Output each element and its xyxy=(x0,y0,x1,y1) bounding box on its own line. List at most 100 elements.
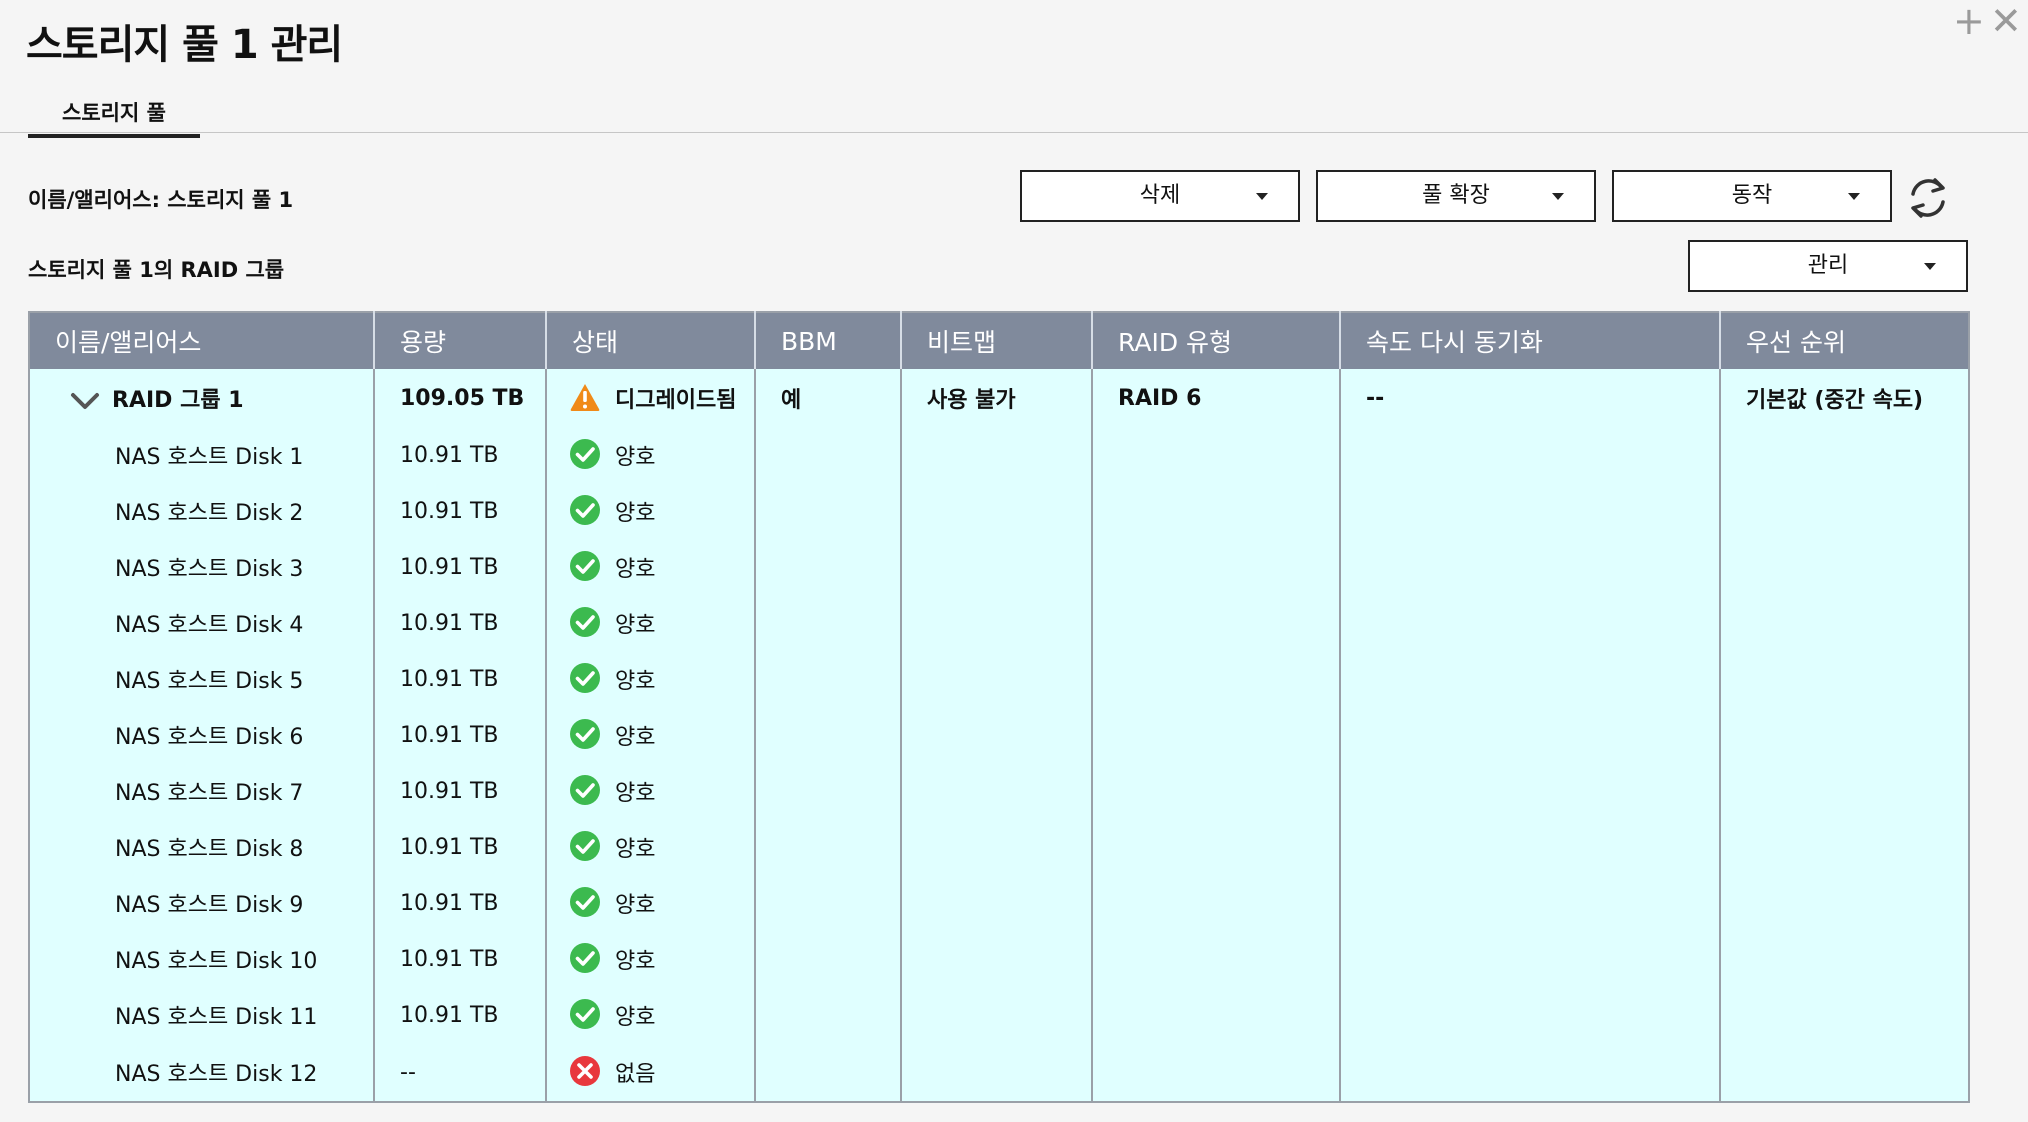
disk-priority xyxy=(1720,427,1969,483)
disk-resync-speed xyxy=(1340,539,1721,595)
column-header-status[interactable]: 상태 xyxy=(546,312,756,369)
caret-down-icon xyxy=(1256,193,1268,200)
caret-down-icon xyxy=(1924,263,1936,270)
disk-priority xyxy=(1720,539,1969,595)
disk-bitmap xyxy=(901,987,1093,1043)
disk-resync-speed xyxy=(1340,651,1721,707)
disk-capacity: -- xyxy=(374,1043,547,1102)
disk-row[interactable]: NAS 호스트 Disk 5 10.91 TB 양호 xyxy=(29,651,1969,707)
disk-resync-speed xyxy=(1340,595,1721,651)
refresh-icon[interactable] xyxy=(1906,174,1950,222)
disk-row[interactable]: NAS 호스트 Disk 6 10.91 TB 양호 xyxy=(29,707,1969,763)
expand-pool-dropdown-label: 풀 확장 xyxy=(1422,183,1490,208)
disk-resync-speed xyxy=(1340,875,1721,931)
disk-row[interactable]: NAS 호스트 Disk 12 -- 없음 xyxy=(29,1043,1969,1102)
column-header-raid-type[interactable]: RAID 유형 xyxy=(1092,312,1341,369)
disk-name: NAS 호스트 Disk 11 xyxy=(29,987,375,1043)
disk-status: 양호 xyxy=(615,445,656,470)
disk-status: 양호 xyxy=(615,557,656,582)
disk-name: NAS 호스트 Disk 5 xyxy=(29,651,375,707)
column-header-bitmap[interactable]: 비트맵 xyxy=(901,312,1093,369)
disk-status: 양호 xyxy=(615,725,656,750)
disk-name: NAS 호스트 Disk 9 xyxy=(29,875,375,931)
disk-bitmap xyxy=(901,1043,1093,1102)
disk-capacity: 10.91 TB xyxy=(374,651,547,707)
disk-name: NAS 호스트 Disk 1 xyxy=(29,427,375,483)
raid-group-capacity: 109.05 TB xyxy=(374,369,547,427)
raid-group-status-cell: 디그레이드됨 xyxy=(546,369,756,427)
disk-row[interactable]: NAS 호스트 Disk 11 10.91 TB 양호 xyxy=(29,987,1969,1043)
delete-dropdown-label: 삭제 xyxy=(1139,183,1181,208)
disk-raid-type xyxy=(1092,707,1341,763)
raid-group-row[interactable]: RAID 그룹 1 109.05 TB 디그레이드됨 예 사용 불가 RAID … xyxy=(29,369,1969,427)
disk-priority xyxy=(1720,987,1969,1043)
caret-down-icon xyxy=(1552,193,1564,200)
error-circle-icon xyxy=(570,1056,600,1086)
check-circle-icon xyxy=(570,607,600,637)
disk-row[interactable]: NAS 호스트 Disk 3 10.91 TB 양호 xyxy=(29,539,1969,595)
name-alias-label: 이름/앨리어스: 스토리지 풀 1 xyxy=(28,188,294,212)
action-dropdown[interactable]: 동작 xyxy=(1612,170,1892,222)
disk-row[interactable]: NAS 호스트 Disk 4 10.91 TB 양호 xyxy=(29,595,1969,651)
disk-raid-type xyxy=(1092,875,1341,931)
disk-row[interactable]: NAS 호스트 Disk 10 10.91 TB 양호 xyxy=(29,931,1969,987)
manage-dropdown[interactable]: 관리 xyxy=(1688,240,1968,292)
disk-resync-speed xyxy=(1340,763,1721,819)
delete-dropdown[interactable]: 삭제 xyxy=(1020,170,1300,222)
disk-bitmap xyxy=(901,763,1093,819)
disk-bitmap xyxy=(901,483,1093,539)
disk-raid-type xyxy=(1092,1043,1341,1102)
disk-bitmap xyxy=(901,819,1093,875)
column-header-bbm[interactable]: BBM xyxy=(755,312,902,369)
disk-bitmap xyxy=(901,931,1093,987)
disk-capacity: 10.91 TB xyxy=(374,427,547,483)
disk-status: 없음 xyxy=(615,1062,656,1087)
disk-row[interactable]: NAS 호스트 Disk 2 10.91 TB 양호 xyxy=(29,483,1969,539)
check-circle-icon xyxy=(570,999,600,1029)
disk-bitmap xyxy=(901,427,1093,483)
disk-status: 양호 xyxy=(615,1005,656,1030)
chevron-down-icon[interactable] xyxy=(70,391,100,411)
disk-row[interactable]: NAS 호스트 Disk 8 10.91 TB 양호 xyxy=(29,819,1969,875)
disk-status-cell: 양호 xyxy=(546,707,756,763)
raid-group-heading: 스토리지 풀 1의 RAID 그룹 xyxy=(28,258,285,282)
disk-priority xyxy=(1720,819,1969,875)
disk-capacity: 10.91 TB xyxy=(374,483,547,539)
disk-row[interactable]: NAS 호스트 Disk 1 10.91 TB 양호 xyxy=(29,427,1969,483)
disk-resync-speed xyxy=(1340,707,1721,763)
disk-raid-type xyxy=(1092,987,1341,1043)
disk-status-cell: 양호 xyxy=(546,987,756,1043)
check-circle-icon xyxy=(570,663,600,693)
disk-name: NAS 호스트 Disk 4 xyxy=(29,595,375,651)
plus-icon[interactable]: + xyxy=(1953,2,1985,40)
disk-capacity: 10.91 TB xyxy=(374,931,547,987)
disk-capacity: 10.91 TB xyxy=(374,539,547,595)
column-header-priority[interactable]: 우선 순위 xyxy=(1720,312,1969,369)
disk-status: 양호 xyxy=(615,669,656,694)
disk-status: 양호 xyxy=(615,501,656,526)
disk-resync-speed xyxy=(1340,819,1721,875)
raid-group-raid-type: RAID 6 xyxy=(1092,369,1341,427)
expand-pool-dropdown[interactable]: 풀 확장 xyxy=(1316,170,1596,222)
caret-down-icon xyxy=(1848,193,1860,200)
disk-status-cell: 양호 xyxy=(546,819,756,875)
disk-status-cell: 양호 xyxy=(546,595,756,651)
disk-name: NAS 호스트 Disk 7 xyxy=(29,763,375,819)
disk-status-cell: 양호 xyxy=(546,931,756,987)
column-header-capacity[interactable]: 용량 xyxy=(374,312,547,369)
disk-row[interactable]: NAS 호스트 Disk 7 10.91 TB 양호 xyxy=(29,763,1969,819)
disk-priority xyxy=(1720,651,1969,707)
table-header-row: 이름/앨리어스 용량 상태 BBM 비트맵 RAID 유형 속도 다시 동기화 … xyxy=(29,312,1969,369)
check-circle-icon xyxy=(570,943,600,973)
raid-group-name-cell: RAID 그룹 1 xyxy=(29,369,375,427)
close-icon[interactable]: ✕ xyxy=(1990,2,2022,40)
disk-priority xyxy=(1720,875,1969,931)
disk-raid-type xyxy=(1092,651,1341,707)
column-header-resync-speed[interactable]: 속도 다시 동기화 xyxy=(1340,312,1721,369)
disk-raid-type xyxy=(1092,763,1341,819)
disk-resync-speed xyxy=(1340,427,1721,483)
disk-row[interactable]: NAS 호스트 Disk 9 10.91 TB 양호 xyxy=(29,875,1969,931)
disk-raid-type xyxy=(1092,819,1341,875)
raid-group-status: 디그레이드됨 xyxy=(615,388,737,413)
column-header-name[interactable]: 이름/앨리어스 xyxy=(29,312,375,369)
